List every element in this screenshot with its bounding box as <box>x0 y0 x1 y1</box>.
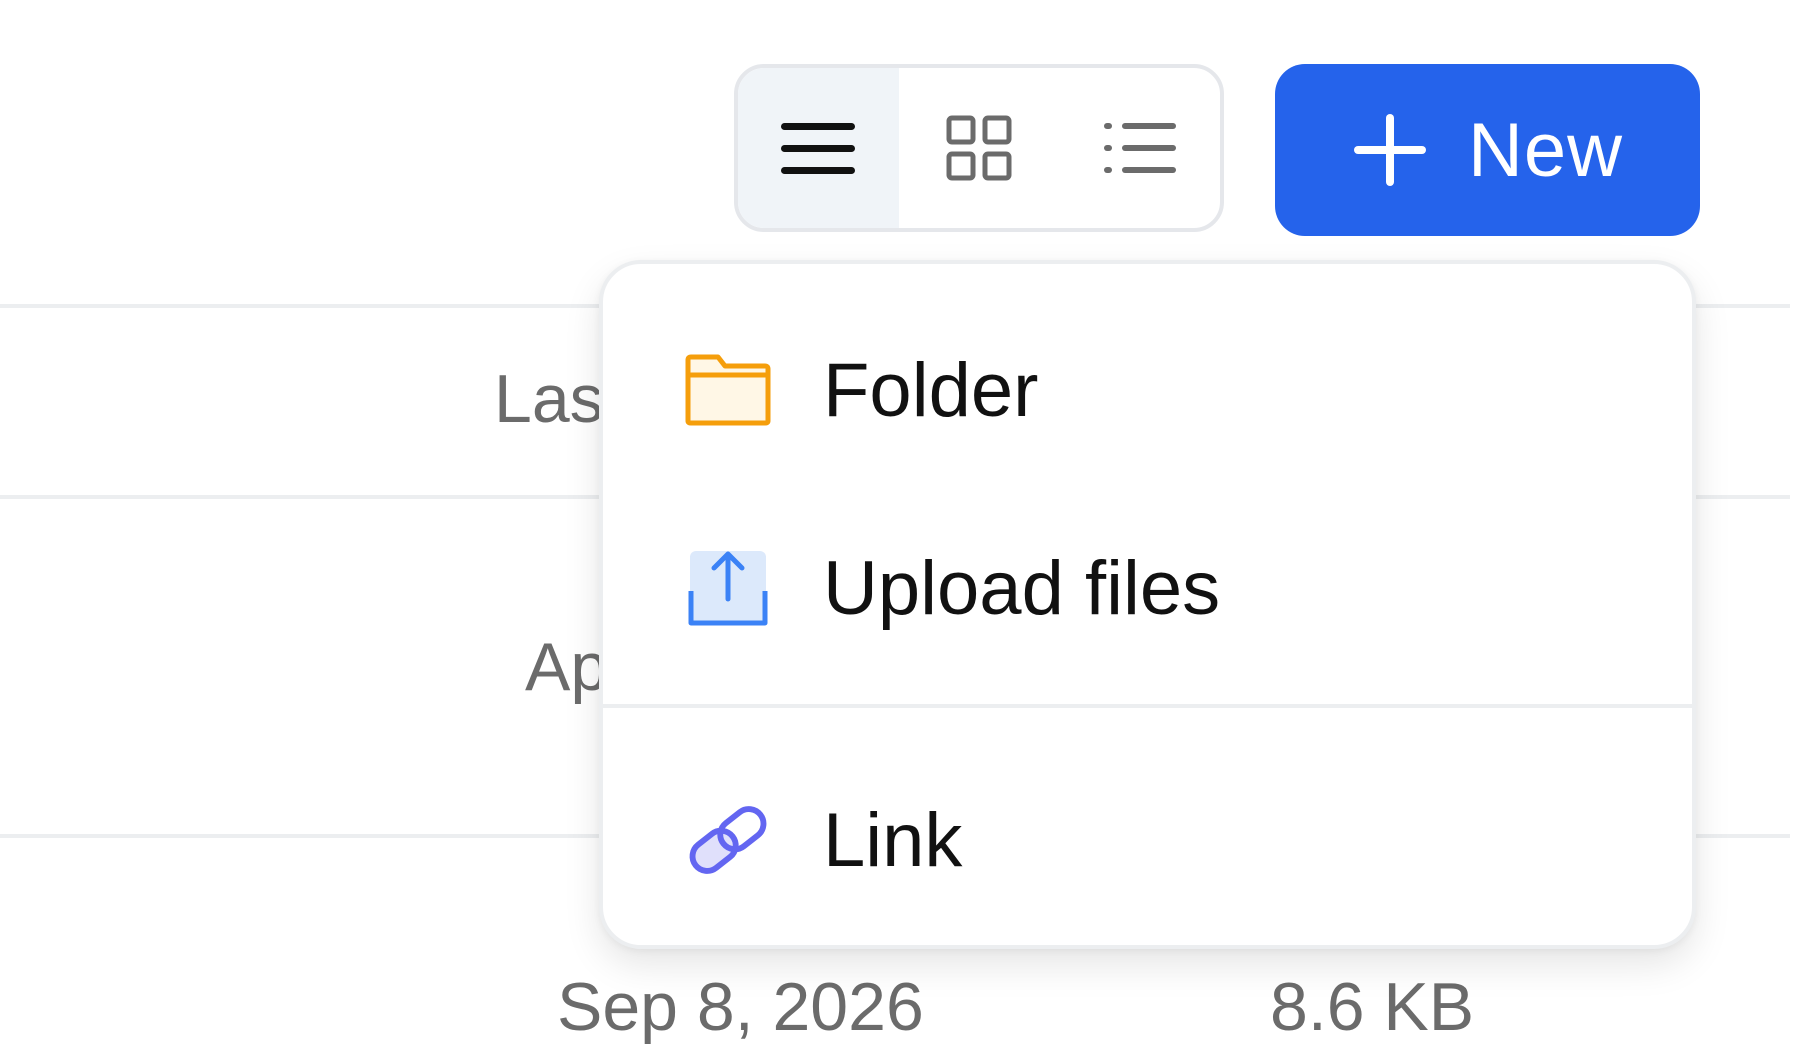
link-icon <box>683 795 773 885</box>
row-modified-date: Ap <box>525 629 609 705</box>
menu-item-link[interactable]: Link <box>603 780 1692 900</box>
new-item-menu: Folder Upload files Link <box>599 260 1696 949</box>
menu-item-label: Link <box>823 797 963 883</box>
list-icon <box>1103 123 1176 173</box>
plus-icon <box>1353 114 1426 186</box>
folder-icon <box>683 345 773 435</box>
menu-item-label: Folder <box>823 347 1039 433</box>
file-browser-page: Las Ap Sep 8, 2026 8.6 KB New Folder Upl… <box>0 0 1807 1045</box>
compact-list-view-button[interactable] <box>738 68 899 228</box>
column-header-last-modified[interactable]: Las <box>494 360 604 438</box>
view-toggle-group <box>734 64 1224 232</box>
grid-view-button[interactable] <box>899 68 1060 228</box>
new-button-label: New <box>1467 107 1624 193</box>
menu-item-upload-files[interactable]: Upload files <box>603 528 1692 648</box>
new-button[interactable]: New <box>1275 64 1700 236</box>
detailed-list-view-button[interactable] <box>1059 68 1220 228</box>
row-modified-date: Sep 8, 2026 <box>557 969 924 1045</box>
menu-item-label: Upload files <box>823 545 1221 631</box>
menu-item-folder[interactable]: Folder <box>603 330 1692 450</box>
menu-divider <box>603 704 1692 708</box>
upload-icon <box>683 543 773 633</box>
grid-icon <box>946 115 1012 181</box>
menu-lines-icon <box>781 123 856 174</box>
row-file-size: 8.6 KB <box>1270 969 1475 1045</box>
